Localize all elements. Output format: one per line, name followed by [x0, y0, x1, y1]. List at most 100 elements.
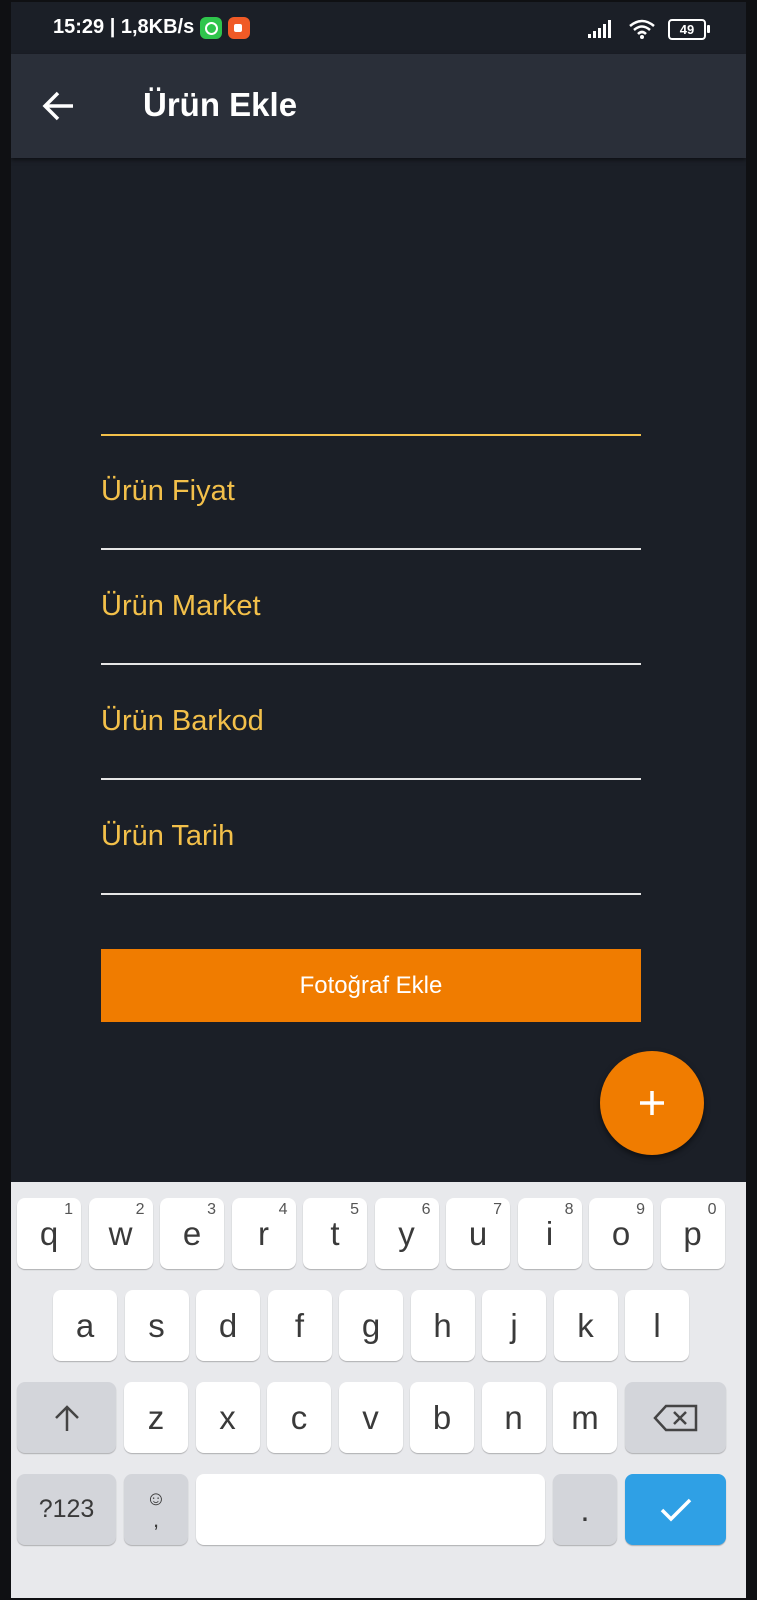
- done-key[interactable]: [625, 1474, 726, 1545]
- key-k[interactable]: k: [553, 1290, 618, 1361]
- comma-label: ,: [152, 1506, 160, 1532]
- key-u[interactable]: u7: [446, 1198, 510, 1269]
- period-key[interactable]: .: [553, 1474, 617, 1545]
- signal-icon: [588, 20, 611, 38]
- space-key[interactable]: [196, 1474, 545, 1545]
- back-button[interactable]: [37, 84, 81, 128]
- key-label: j: [510, 1306, 518, 1344]
- key-z[interactable]: z: [124, 1382, 188, 1453]
- key-x[interactable]: x: [195, 1382, 260, 1453]
- key-label: x: [219, 1398, 236, 1436]
- status-bar: 15:29 | 1,8KB/s 49: [11, 2, 746, 54]
- shift-key[interactable]: [17, 1382, 116, 1453]
- key-label: l: [653, 1306, 661, 1344]
- key-label: b: [432, 1398, 452, 1436]
- field-label: Ürün Tarih: [101, 820, 235, 852]
- key-r[interactable]: r4: [231, 1198, 296, 1269]
- key-t[interactable]: t5: [303, 1198, 367, 1269]
- key-number-hint: 6: [421, 1201, 431, 1218]
- key-v[interactable]: v: [338, 1382, 403, 1453]
- key-label: y: [398, 1214, 415, 1252]
- check-icon: [660, 1498, 691, 1521]
- key-i[interactable]: i8: [517, 1198, 582, 1269]
- key-e[interactable]: e3: [160, 1198, 224, 1269]
- field-label: Ürün Market: [101, 590, 261, 622]
- key-label: w: [108, 1214, 133, 1252]
- whatsapp-icon: [200, 16, 223, 39]
- key-number-hint: 4: [278, 1201, 288, 1218]
- arrow-left-icon: [42, 91, 73, 121]
- add-fab-button[interactable]: [600, 1051, 704, 1155]
- key-label: u: [468, 1214, 488, 1252]
- key-label: s: [148, 1306, 165, 1344]
- product-barcode-field[interactable]: Ürün Barkod: [101, 668, 641, 780]
- page-title: Ürün Ekle: [143, 86, 298, 123]
- key-number-hint: 2: [135, 1201, 145, 1218]
- key-s[interactable]: s: [124, 1290, 189, 1361]
- key-label: m: [571, 1398, 599, 1436]
- key-label: f: [294, 1306, 305, 1344]
- key-number-hint: 3: [207, 1201, 216, 1218]
- app-bar: Ürün Ekle: [11, 54, 746, 158]
- backspace-key[interactable]: [625, 1382, 726, 1453]
- battery-icon: 49: [668, 18, 710, 40]
- smiley-icon: ☺: [145, 1487, 167, 1510]
- screen-recorder-icon: [228, 16, 251, 39]
- key-m[interactable]: m: [553, 1382, 617, 1453]
- key-c[interactable]: c: [267, 1382, 331, 1453]
- plus-icon: [640, 1091, 664, 1115]
- field-label: Ürün Fiyat: [101, 475, 235, 507]
- key-b[interactable]: b: [410, 1382, 474, 1453]
- key-d[interactable]: d: [196, 1290, 260, 1361]
- key-label: d: [218, 1306, 238, 1344]
- product-market-field[interactable]: Ürün Market: [101, 553, 641, 665]
- key-p[interactable]: p0: [660, 1198, 725, 1269]
- status-time-speed: 15:29 | 1,8KB/s: [53, 16, 195, 38]
- key-number-hint: 5: [350, 1201, 359, 1218]
- key-y[interactable]: y6: [374, 1198, 439, 1269]
- key-label: e: [182, 1214, 202, 1252]
- key-a[interactable]: a: [53, 1290, 117, 1361]
- status-right: 49: [588, 18, 710, 40]
- key-j[interactable]: j: [482, 1290, 546, 1361]
- key-label: a: [75, 1306, 95, 1344]
- key-label: r: [258, 1214, 269, 1252]
- key-label: t: [330, 1214, 340, 1252]
- keyboard: ?123 ☺ , . q1w2e3r4t5y6u7i8o9p0asdfg h j…: [11, 1182, 746, 1598]
- key-label: g: [361, 1306, 381, 1344]
- key-g[interactable]: g: [339, 1290, 403, 1361]
- key-label: p: [683, 1214, 702, 1252]
- key-w[interactable]: w2: [88, 1198, 153, 1269]
- key-h[interactable]: h: [410, 1290, 475, 1361]
- key-label: z: [147, 1398, 165, 1436]
- symbols-key[interactable]: ?123: [17, 1474, 116, 1545]
- key-l[interactable]: l: [625, 1290, 689, 1361]
- key-label: v: [362, 1398, 379, 1436]
- key-label: h: [433, 1306, 452, 1344]
- key-number-hint: 8: [564, 1201, 574, 1218]
- status-left: 15:29 | 1,8KB/s: [53, 16, 251, 39]
- product-date-field[interactable]: Ürün Tarih: [101, 783, 641, 895]
- key-n[interactable]: n: [481, 1382, 546, 1453]
- wifi-icon: [629, 19, 655, 39]
- key-o[interactable]: o9: [589, 1198, 653, 1269]
- emoji-comma-key[interactable]: ☺ ,: [124, 1474, 188, 1545]
- key-number-hint: 9: [636, 1201, 645, 1218]
- field-label: Ürün Barkod: [101, 705, 264, 737]
- key-f[interactable]: f: [267, 1290, 332, 1361]
- key-label: q: [39, 1214, 59, 1252]
- product-price-field[interactable]: Ürün Fiyat: [101, 438, 641, 550]
- key-number-hint: 1: [64, 1201, 73, 1218]
- key-q[interactable]: q1: [17, 1198, 81, 1269]
- key-label: c: [290, 1398, 308, 1436]
- screen: 15:29 | 1,8KB/s 49 Ürün Ekle Ürün Fiyat …: [11, 2, 746, 1598]
- key-label: k: [577, 1306, 594, 1344]
- key-number-hint: 7: [493, 1201, 502, 1218]
- key-label: n: [504, 1398, 523, 1436]
- backspace-icon: [652, 1404, 697, 1431]
- key-label: i: [545, 1214, 554, 1252]
- add-photo-button[interactable]: Fotoğraf Ekle: [101, 949, 641, 1022]
- key-number-hint: 0: [707, 1201, 717, 1218]
- key-label: o: [611, 1214, 631, 1252]
- product-name-field[interactable]: [101, 324, 641, 436]
